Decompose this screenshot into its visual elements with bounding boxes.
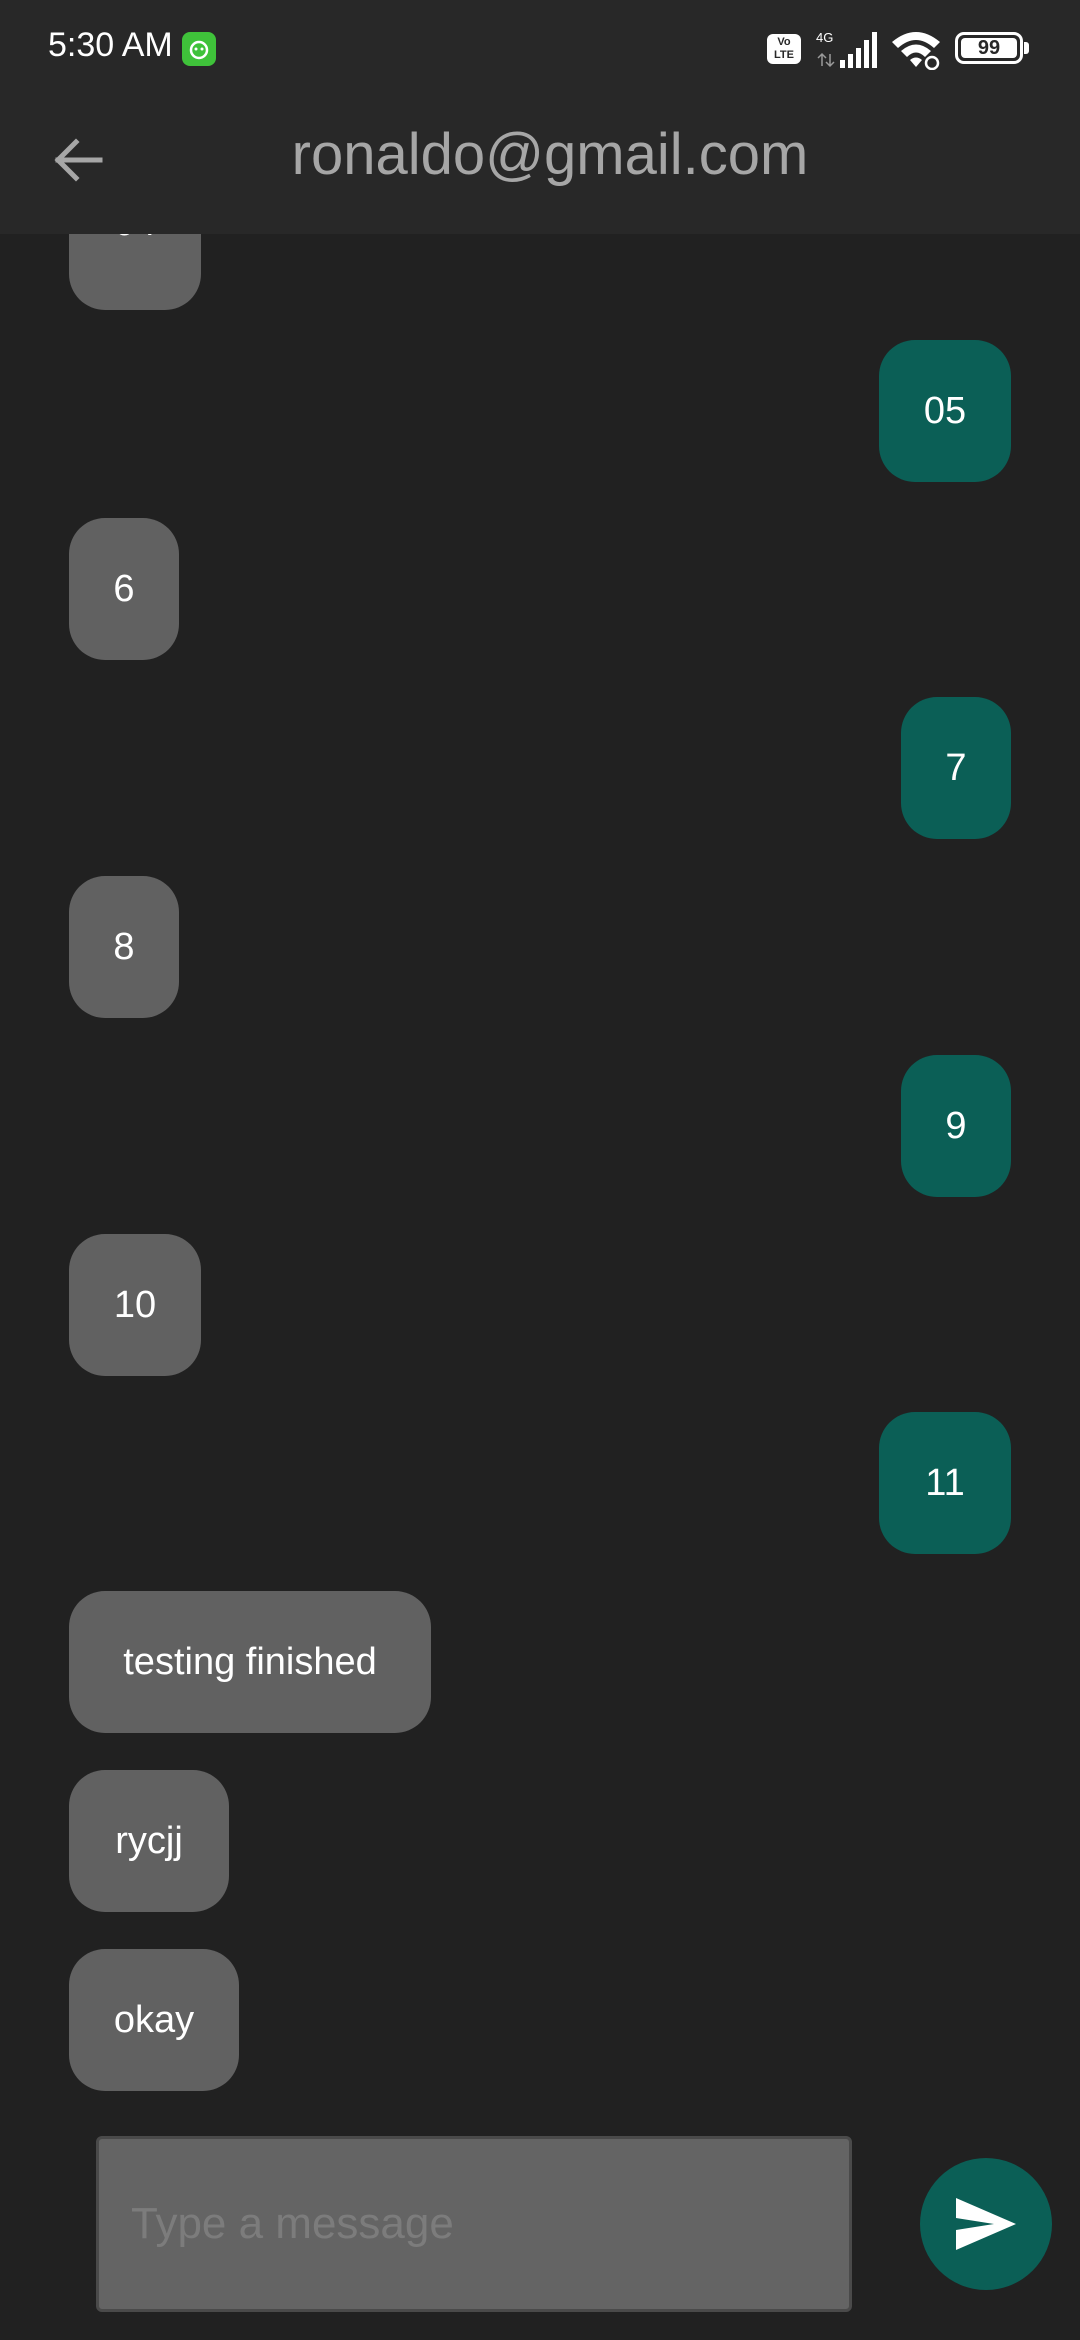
message-text: 7 bbox=[945, 747, 967, 789]
page-title: ronaldo@gmail.com bbox=[291, 122, 809, 187]
battery-icon: 99 bbox=[955, 32, 1023, 64]
app-bar: ronaldo@gmail.com bbox=[0, 97, 1080, 234]
message-bubble[interactable]: okay bbox=[69, 1949, 239, 2091]
message-text: 11 bbox=[925, 1462, 965, 1504]
wifi-icon bbox=[892, 32, 940, 70]
status-time: 5:30 AM bbox=[48, 26, 173, 64]
message-bubble[interactable]: 7 bbox=[901, 697, 1011, 839]
send-button[interactable] bbox=[920, 2158, 1052, 2290]
message-bubble[interactable]: 8 bbox=[69, 876, 179, 1018]
battery-level: 99 bbox=[961, 38, 1017, 58]
message-list[interactable]: 04 05 6 7 8 9 10 11 testing finished ryc… bbox=[0, 234, 1080, 2114]
battery-tip bbox=[1024, 42, 1029, 54]
message-text: 8 bbox=[113, 926, 135, 968]
send-icon bbox=[956, 2198, 1016, 2250]
cellular-signal-icon: 4G bbox=[816, 30, 877, 68]
volte-icon: Vo LTE bbox=[767, 34, 801, 64]
message-bubble[interactable]: rycjj bbox=[69, 1770, 229, 1912]
message-input-box[interactable] bbox=[96, 2136, 852, 2312]
message-bubble[interactable]: 11 bbox=[879, 1412, 1011, 1554]
message-bubble[interactable]: 10 bbox=[69, 1234, 201, 1376]
message-text: 9 bbox=[945, 1105, 967, 1147]
message-input[interactable] bbox=[99, 2139, 849, 2309]
message-text: 04 bbox=[114, 234, 156, 244]
message-text: 6 bbox=[113, 568, 135, 610]
message-text: 05 bbox=[923, 390, 967, 432]
message-text: rycjj bbox=[115, 1820, 183, 1862]
message-text: 10 bbox=[113, 1284, 157, 1326]
status-bar: 5:30 AM Vo LTE 4G 99 bbox=[0, 0, 1080, 97]
message-text: okay bbox=[113, 1999, 195, 2041]
message-bubble[interactable]: testing finished bbox=[69, 1591, 431, 1733]
message-bubble[interactable]: 04 bbox=[69, 234, 201, 310]
message-bubble[interactable]: 05 bbox=[879, 340, 1011, 482]
message-bubble[interactable]: 9 bbox=[901, 1055, 1011, 1197]
message-bubble[interactable]: 6 bbox=[69, 518, 179, 660]
message-text: testing finished bbox=[123, 1641, 377, 1683]
network-type-label: 4G bbox=[816, 30, 833, 45]
app-notification-icon bbox=[182, 32, 216, 66]
